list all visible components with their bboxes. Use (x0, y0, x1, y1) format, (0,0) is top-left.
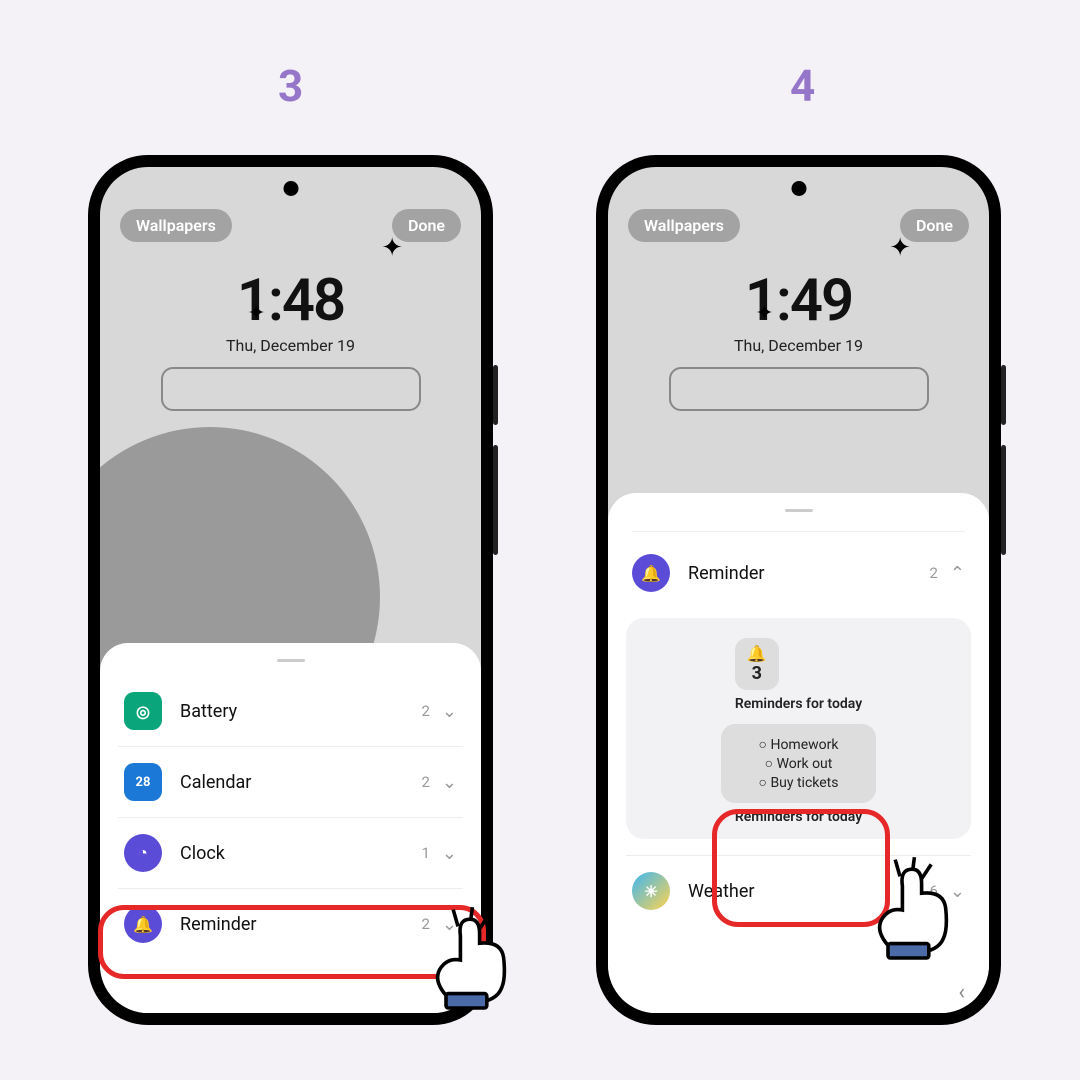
widget-label: Reminder (688, 563, 929, 584)
chevron-up-icon: ⌃ (950, 563, 965, 584)
step-number-3: 3 (278, 60, 303, 112)
bell-icon: 🔔 (632, 554, 670, 592)
widget-count: 2 (929, 564, 937, 582)
wallpapers-button[interactable]: Wallpapers (120, 209, 232, 242)
widget-count: 6 (929, 882, 937, 900)
side-button (493, 445, 498, 555)
widget-label: Clock (180, 843, 421, 864)
widget-row-weather[interactable]: ☀ Weather 6 ⌄ (626, 855, 971, 926)
editor-topbar: Wallpapers Done (100, 209, 481, 242)
chevron-down-icon: ⌄ (442, 843, 457, 864)
widget-row-calendar[interactable]: 28 Calendar 2 ⌄ (118, 747, 463, 818)
reminder-count-widget[interactable]: 🔔 3 Reminders for today (735, 638, 862, 712)
chevron-down-icon: ⌄ (442, 701, 457, 722)
sheet-grabber[interactable] (277, 659, 305, 662)
time-text: 1:48 (100, 267, 481, 335)
widget-slot[interactable] (161, 367, 421, 411)
widget-row-reminder[interactable]: 🔔 Reminder 2 ⌄ (118, 889, 463, 959)
date-text: Thu, December 19 (100, 336, 481, 355)
sparkle-icon: ✦ (247, 301, 265, 326)
reminder-item: ○ Buy tickets (735, 774, 862, 791)
phone-3: Wallpapers Done ✦ 1:48 ✦ Thu, December 1… (88, 155, 493, 1025)
widget-row-battery[interactable]: ◎ Battery 2 ⌄ (118, 676, 463, 747)
lock-clock[interactable]: 1:48 ✦ Thu, December 19 (100, 267, 481, 355)
back-icon[interactable]: ‹ (958, 980, 965, 1005)
side-button (1001, 365, 1006, 425)
reminder-card-title: Reminders for today (735, 696, 862, 712)
reminder-item: ○ Homework (735, 736, 862, 753)
chevron-down-icon: ⌄ (442, 772, 457, 793)
reminder-list-widget[interactable]: ○ Homework ○ Work out ○ Buy tickets Remi… (721, 724, 876, 825)
lock-clock[interactable]: 1:49 ✦ Thu, December 19 (608, 267, 989, 355)
widget-count: 2 (421, 773, 429, 791)
side-button (1001, 445, 1006, 555)
screen: Wallpapers Done ✦ 1:49 ✦ Thu, December 1… (608, 167, 989, 1013)
time-text: 1:49 (608, 267, 989, 335)
sparkle-icon: ✦ (755, 301, 773, 326)
prev-row-edge (632, 526, 965, 532)
reminder-list: ○ Homework ○ Work out ○ Buy tickets (721, 724, 876, 803)
sparkle-icon: ✦ (381, 233, 403, 263)
widget-count: 2 (421, 702, 429, 720)
reminder-widget-panel: 🔔 3 Reminders for today ○ Homework ○ Wor… (626, 618, 971, 839)
widget-label: Battery (180, 701, 421, 722)
date-text: Thu, December 19 (608, 336, 989, 355)
widget-count: 1 (421, 844, 429, 862)
widget-slot[interactable] (669, 367, 929, 411)
bell-icon: 🔔 (735, 644, 779, 663)
reminder-badge: 🔔 3 (735, 638, 779, 690)
widget-row-clock[interactable]: ◔ Clock 1 ⌄ (118, 818, 463, 889)
side-button (493, 365, 498, 425)
weather-icon: ☀ (632, 872, 670, 910)
widget-label: Weather (688, 881, 929, 902)
reminder-badge-count: 3 (735, 663, 779, 684)
clock-icon: ◔ (124, 834, 162, 872)
wallpapers-button[interactable]: Wallpapers (628, 209, 740, 242)
reminder-item: ○ Work out (735, 755, 862, 772)
chevron-down-icon: ⌄ (950, 881, 965, 902)
bell-icon: 🔔 (124, 905, 162, 943)
reminder-list-title: Reminders for today (721, 809, 876, 825)
step-number-4: 4 (790, 60, 815, 112)
camera-notch (791, 181, 806, 196)
calendar-icon: 28 (124, 763, 162, 801)
sheet-grabber[interactable] (785, 509, 813, 512)
widget-label: Reminder (180, 914, 421, 935)
editor-topbar: Wallpapers Done (608, 209, 989, 242)
camera-notch (283, 181, 298, 196)
sparkle-icon: ✦ (889, 233, 911, 263)
chevron-down-icon: ⌄ (442, 914, 457, 935)
widget-count: 2 (421, 915, 429, 933)
widget-picker-sheet[interactable]: 🔔 Reminder 2 ⌃ 🔔 3 Reminders for today ○… (608, 493, 989, 1013)
widget-picker-sheet[interactable]: ◎ Battery 2 ⌄ 28 Calendar 2 ⌄ ◔ Clock 1 … (100, 643, 481, 1013)
widget-label: Calendar (180, 772, 421, 793)
back-icon[interactable]: ‹ (450, 980, 457, 1005)
screen: Wallpapers Done ✦ 1:48 ✦ Thu, December 1… (100, 167, 481, 1013)
battery-icon: ◎ (124, 692, 162, 730)
phone-4: Wallpapers Done ✦ 1:49 ✦ Thu, December 1… (596, 155, 1001, 1025)
widget-row-reminder-expanded[interactable]: 🔔 Reminder 2 ⌃ (626, 538, 971, 608)
